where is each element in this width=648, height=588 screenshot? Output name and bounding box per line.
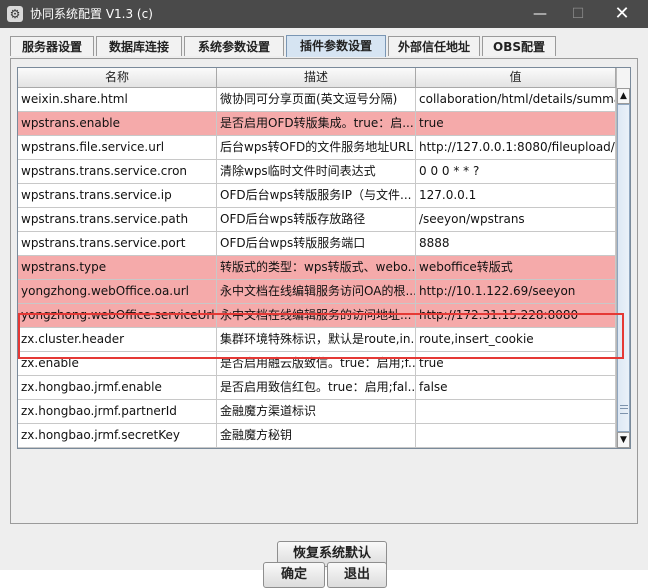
cell-value[interactable]: http://172.31.15.228:8080 — [416, 304, 616, 328]
cell-value[interactable]: weboffice转版式 — [416, 256, 616, 280]
cell-description[interactable]: 是否启用OFD转版集成。true：启... — [217, 112, 416, 136]
cell-name[interactable]: wpstrans.type — [18, 256, 217, 280]
cell-name[interactable]: yongzhong.webOffice.serviceUrl — [18, 304, 217, 328]
cell-value[interactable]: /seeyon/wpstrans — [416, 208, 616, 232]
close-button[interactable]: ✕ — [602, 0, 642, 28]
table-header: 名称 描述 值 — [18, 68, 616, 88]
cell-description[interactable]: OFD后台wps转版服务端口 — [217, 232, 416, 256]
tab-database-connection[interactable]: 数据库连接 — [96, 36, 182, 56]
table-row[interactable]: wpstrans.enable 是否启用OFD转版集成。true：启... true — [18, 112, 616, 136]
table-row[interactable]: wpstrans.trans.service.port OFD后台wps转版服务端… — [18, 232, 616, 256]
cell-description[interactable]: 是否启用融云版致信。true：启用;f... — [217, 352, 416, 376]
scrollbar-thumb[interactable] — [617, 104, 630, 432]
cell-name[interactable]: wpstrans.enable — [18, 112, 217, 136]
column-header-name[interactable]: 名称 — [18, 68, 217, 88]
table-row[interactable]: zx.cluster.header 集群环境特殊标识，默认是route,in...… — [18, 328, 616, 352]
cell-value[interactable]: 127.0.0.1 — [416, 184, 616, 208]
scroll-down-arrow-icon[interactable]: ▼ — [617, 432, 630, 448]
cell-description[interactable]: OFD后台wps转版存放路径 — [217, 208, 416, 232]
cell-value[interactable]: 8888 — [416, 232, 616, 256]
cell-name[interactable]: zx.hongbao.jrmf.enable — [18, 376, 217, 400]
cell-value[interactable]: false — [416, 376, 616, 400]
dialog-body: 服务器设置 数据库连接 系统参数设置 插件参数设置 外部信任地址 OBS配置 名… — [0, 28, 648, 588]
cell-description[interactable]: 金融魔方渠道标识 — [217, 400, 416, 424]
cell-name[interactable]: zx.cluster.header — [18, 328, 217, 352]
cell-description[interactable]: OFD后台wps转版服务IP（与文件... — [217, 184, 416, 208]
table-row[interactable]: yongzhong.webOffice.serviceUrl 永中文档在线编辑服务… — [18, 304, 616, 328]
cell-name[interactable]: wpstrans.file.service.url — [18, 136, 217, 160]
table-row[interactable]: wpstrans.type 转版式的类型：wps转版式、webo... weboff… — [18, 256, 616, 280]
cell-value[interactable] — [416, 400, 616, 424]
cell-value[interactable] — [416, 424, 616, 448]
minimize-button[interactable]: — — [520, 0, 560, 28]
cell-name[interactable]: wpstrans.trans.service.cron — [18, 160, 217, 184]
column-header-description[interactable]: 描述 — [217, 68, 416, 88]
cell-value[interactable]: http://10.1.122.69/seeyon — [416, 280, 616, 304]
tab-plugin-params[interactable]: 插件参数设置 — [286, 35, 386, 57]
cell-name[interactable]: zx.hongbao.jrmf.secretKey — [18, 424, 217, 448]
cell-description[interactable]: 集群环境特殊标识，默认是route,in... — [217, 328, 416, 352]
cell-name[interactable]: yongzhong.webOffice.oa.url — [18, 280, 217, 304]
cell-description[interactable]: 微协同可分享页面(英文逗号分隔) — [217, 88, 416, 112]
app-icon: ⚙ — [7, 6, 23, 22]
table-row[interactable]: zx.hongbao.jrmf.partnerId 金融魔方渠道标识 — [18, 400, 616, 424]
title-bar: ⚙ 协同系统配置 V1.3 (c) — ☐ ✕ — [0, 0, 648, 28]
table-row[interactable]: wpstrans.file.service.url 后台wps转OFD的文件服务地… — [18, 136, 616, 160]
cell-description[interactable]: 永中文档在线编辑服务访问OA的根... — [217, 280, 416, 304]
table-row[interactable]: wpstrans.trans.service.cron 清除wps临时文件时间表达… — [18, 160, 616, 184]
tab-server-settings[interactable]: 服务器设置 — [10, 36, 94, 56]
table-row[interactable]: yongzhong.webOffice.oa.url 永中文档在线编辑服务访问OA… — [18, 280, 616, 304]
params-table: 名称 描述 值 weixin.share.html 微协同可分享页面(英文逗号分隔… — [17, 67, 631, 449]
cell-value[interactable]: 0 0 0 * * ? — [416, 160, 616, 184]
scroll-up-arrow-icon[interactable]: ▲ — [617, 88, 630, 104]
table-row[interactable]: zx.hongbao.jrmf.enable 是否启用致信红包。true：启用;f… — [18, 376, 616, 400]
cell-name[interactable]: weixin.share.html — [18, 88, 217, 112]
cell-description[interactable]: 是否启用致信红包。true：启用;fal... — [217, 376, 416, 400]
cell-value[interactable]: true — [416, 112, 616, 136]
cell-description[interactable]: 后台wps转OFD的文件服务地址URL — [217, 136, 416, 160]
cell-name[interactable]: wpstrans.trans.service.port — [18, 232, 217, 256]
cell-value[interactable]: http://127.0.0.1:8080/fileupload/se... — [416, 136, 616, 160]
confirm-button[interactable]: 确定 — [263, 562, 325, 588]
cell-description[interactable]: 转版式的类型：wps转版式、webo... — [217, 256, 416, 280]
tab-external-trust[interactable]: 外部信任地址 — [388, 36, 480, 56]
cell-description[interactable]: 金融魔方秘钥 — [217, 424, 416, 448]
cell-description[interactable]: 清除wps临时文件时间表达式 — [217, 160, 416, 184]
cell-value[interactable]: true — [416, 352, 616, 376]
table-row[interactable]: zx.enable 是否启用融云版致信。true：启用;f... true — [18, 352, 616, 376]
window-title: 协同系统配置 V1.3 (c) — [30, 7, 153, 21]
cell-name[interactable]: zx.enable — [18, 352, 217, 376]
cell-name[interactable]: zx.hongbao.jrmf.partnerId — [18, 400, 217, 424]
cell-value[interactable]: route,insert_cookie — [416, 328, 616, 352]
table-row[interactable]: zx.hongbao.jrmf.secretKey 金融魔方秘钥 — [18, 424, 616, 448]
tab-system-params[interactable]: 系统参数设置 — [184, 36, 284, 56]
cell-description[interactable]: 永中文档在线编辑服务的访问地址... — [217, 304, 416, 328]
plugin-params-panel: 名称 描述 值 weixin.share.html 微协同可分享页面(英文逗号分隔… — [10, 58, 638, 567]
exit-button[interactable]: 退出 — [327, 562, 387, 588]
table-row[interactable]: wpstrans.trans.service.ip OFD后台wps转版服务IP（… — [18, 184, 616, 208]
maximize-button[interactable]: ☐ — [558, 0, 598, 28]
vertical-scrollbar[interactable]: ▲ ▼ — [616, 68, 630, 448]
grip-icon — [620, 405, 628, 414]
tab-obs-config[interactable]: OBS配置 — [482, 36, 556, 56]
table-row[interactable]: weixin.share.html 微协同可分享页面(英文逗号分隔) collabo… — [18, 88, 616, 112]
cell-name[interactable]: wpstrans.trans.service.path — [18, 208, 217, 232]
column-header-value[interactable]: 值 — [416, 68, 616, 88]
cell-value[interactable]: collaboration/html/details/summary — [416, 88, 616, 112]
table-row[interactable]: wpstrans.trans.service.path OFD后台wps转版存放路… — [18, 208, 616, 232]
cell-name[interactable]: wpstrans.trans.service.ip — [18, 184, 217, 208]
